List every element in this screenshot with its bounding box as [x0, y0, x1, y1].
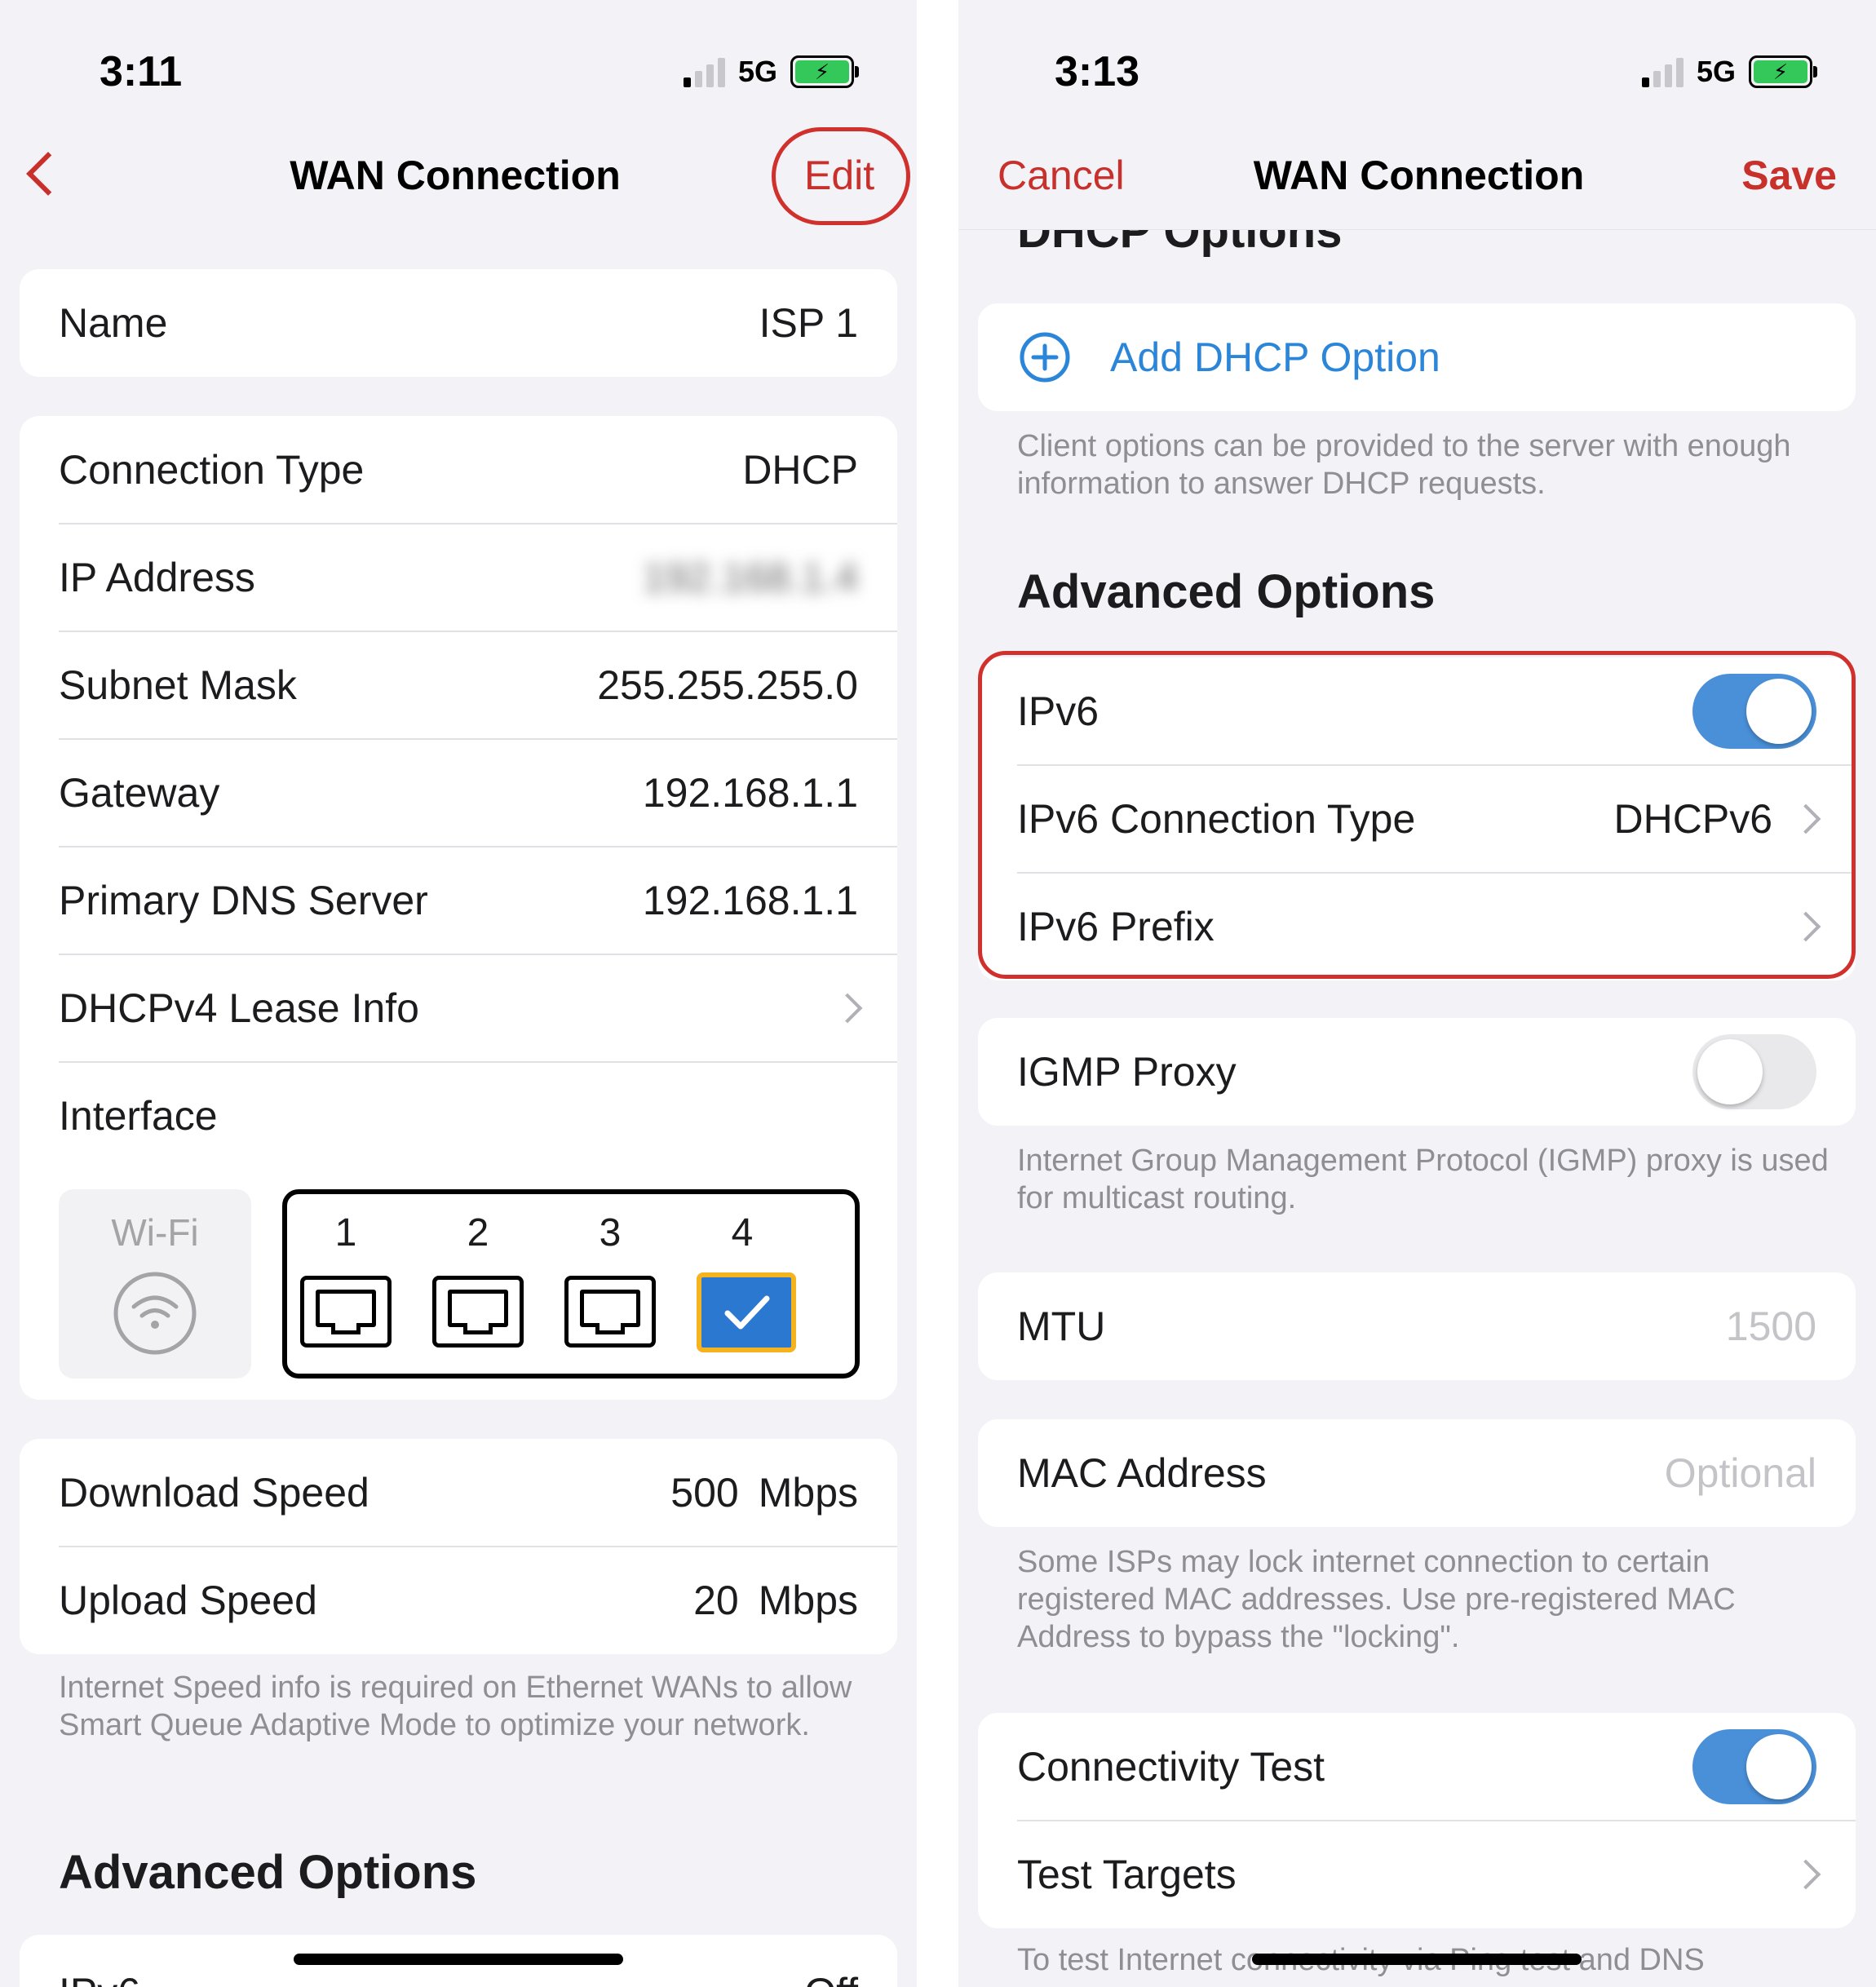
edit-highlight	[772, 127, 910, 225]
chevron-right-icon	[832, 993, 863, 1024]
ethernet-port-2[interactable]	[432, 1276, 524, 1348]
port-3-label: 3	[599, 1211, 622, 1255]
igmp-proxy-toggle[interactable]	[1692, 1034, 1816, 1109]
add-dhcp-card: Add DHCP Option	[978, 303, 1856, 411]
gateway-row: Gateway 192.168.1.1	[20, 739, 897, 847]
dhcpv4-lease-label: DHCPv4 Lease Info	[59, 985, 419, 1031]
mac-address-input[interactable]: Optional	[1665, 1449, 1816, 1497]
primary-dns-label: Primary DNS Server	[59, 878, 428, 923]
connectivity-test-toggle[interactable]	[1692, 1729, 1816, 1804]
upload-speed-row[interactable]: Upload Speed 20 Mbps	[20, 1547, 897, 1654]
speed-card: Download Speed 500 Mbps Upload Speed 20 …	[20, 1439, 897, 1654]
download-speed-row[interactable]: Download Speed 500 Mbps	[20, 1439, 897, 1547]
connectivity-card: Connectivity Test Test Targets	[978, 1713, 1856, 1928]
signal-icon	[684, 56, 725, 87]
connectivity-test-row: Connectivity Test	[978, 1713, 1856, 1821]
wifi-icon	[113, 1272, 197, 1355]
ethernet-port-3[interactable]	[564, 1276, 656, 1348]
ip-address-value-blurred: 192.168.1.4	[642, 555, 858, 600]
status-time: 3:11	[100, 48, 183, 95]
port-4-label: 4	[731, 1211, 754, 1255]
chevron-right-icon	[1790, 1859, 1821, 1890]
ip-address-label: IP Address	[59, 555, 255, 600]
home-indicator	[1252, 1954, 1582, 1965]
ipv6-label: IPv6	[59, 1969, 804, 1987]
mac-card: MAC Address Optional	[978, 1419, 1856, 1527]
upload-speed-value: 20	[693, 1578, 739, 1623]
subnet-mask-label: Subnet Mask	[59, 662, 297, 708]
status-time: 3:13	[1055, 48, 1140, 95]
igmp-note: Internet Group Management Protocol (IGMP…	[1017, 1144, 1829, 1215]
network-label: 5G	[738, 55, 778, 88]
primary-dns-value: 192.168.1.1	[642, 878, 858, 923]
ethernet-ports-group: 1 2 3 4	[282, 1189, 860, 1379]
download-speed-value: 500	[670, 1470, 739, 1516]
download-speed-unit: Mbps	[758, 1470, 858, 1516]
status-icons: 5G ⚡	[1642, 54, 1818, 90]
gateway-label: Gateway	[59, 770, 220, 816]
mac-note: Some ISPs may lock internet connection t…	[1017, 1545, 1736, 1654]
mac-address-row: MAC Address Optional	[978, 1419, 1856, 1527]
connectivity-test-label: Connectivity Test	[1017, 1744, 1325, 1790]
speed-note: Internet Speed info is required on Ether…	[59, 1671, 852, 1742]
right-screen: DHCP Options 3:13 5G ⚡ Cancel WAN Connec…	[958, 0, 1876, 1987]
mtu-label: MTU	[1017, 1303, 1106, 1349]
subnet-mask-value: 255.255.255.0	[597, 662, 858, 708]
status-icons: 5G ⚡	[684, 54, 860, 90]
interface-label: Interface	[59, 1093, 218, 1139]
ipv6-highlight	[978, 651, 1856, 979]
connection-type-value: DHCP	[742, 447, 858, 493]
name-row[interactable]: Name ISP 1	[20, 269, 897, 377]
name-card: Name ISP 1	[20, 269, 897, 377]
battery-icon: ⚡	[790, 55, 860, 88]
subnet-mask-row: Subnet Mask 255.255.255.0	[20, 631, 897, 739]
connection-card: Connection Type DHCP IP Address 192.168.…	[20, 416, 897, 1400]
signal-icon	[1642, 56, 1684, 87]
mtu-input[interactable]: 1500	[1726, 1303, 1816, 1350]
primary-dns-row: Primary DNS Server 192.168.1.1	[20, 847, 897, 954]
igmp-proxy-label: IGMP Proxy	[1017, 1049, 1237, 1095]
navigation-bar: 3:13 5G ⚡ Cancel WAN Connection Save	[958, 0, 1876, 230]
port-2-label: 2	[467, 1211, 489, 1255]
mtu-row: MTU 1500	[978, 1272, 1856, 1380]
save-button[interactable]: Save	[1741, 152, 1837, 199]
test-targets-label: Test Targets	[1017, 1852, 1237, 1897]
interface-row: Interface	[20, 1062, 897, 1170]
plus-circle-icon	[1020, 332, 1070, 383]
network-label: 5G	[1697, 55, 1737, 88]
add-dhcp-option-label: Add DHCP Option	[1110, 334, 1440, 380]
mtu-card: MTU 1500	[978, 1272, 1856, 1380]
dhcp-note: Client options can be provided to the se…	[1017, 429, 1791, 501]
gateway-value: 192.168.1.1	[642, 770, 858, 816]
dhcpv4-lease-row[interactable]: DHCPv4 Lease Info	[20, 954, 897, 1062]
add-dhcp-option-button[interactable]: Add DHCP Option	[978, 303, 1856, 411]
checkmark-icon	[724, 1295, 770, 1330]
mac-address-label: MAC Address	[1017, 1450, 1267, 1496]
igmp-proxy-row: IGMP Proxy	[978, 1018, 1856, 1126]
test-targets-row[interactable]: Test Targets	[978, 1821, 1856, 1928]
igmp-card: IGMP Proxy	[978, 1018, 1856, 1126]
ip-address-row: IP Address 192.168.1.4	[20, 524, 897, 631]
advanced-options-heading: Advanced Options	[59, 1846, 477, 1899]
ethernet-port-4-selected[interactable]	[697, 1272, 796, 1352]
wifi-label: Wi-Fi	[111, 1211, 199, 1254]
left-screen: 3:11 5G ⚡ WAN Connection Edit Name ISP 1…	[0, 0, 917, 1987]
upload-speed-label: Upload Speed	[59, 1578, 317, 1623]
ipv6-value: Off	[804, 1969, 858, 1987]
connection-type-row: Connection Type DHCP	[20, 416, 897, 524]
connection-type-label: Connection Type	[59, 447, 365, 493]
wifi-interface-option[interactable]: Wi-Fi	[59, 1189, 251, 1379]
name-label: Name	[59, 300, 168, 346]
page-title: WAN Connection	[1253, 153, 1585, 198]
battery-icon: ⚡	[1749, 55, 1818, 88]
download-speed-label: Download Speed	[59, 1470, 369, 1516]
ethernet-port-1[interactable]	[300, 1276, 392, 1348]
name-value: ISP 1	[759, 300, 858, 346]
home-indicator	[294, 1954, 623, 1965]
advanced-options-heading: Advanced Options	[1017, 565, 1436, 618]
port-1-label: 1	[334, 1211, 357, 1255]
upload-speed-unit: Mbps	[758, 1578, 858, 1623]
